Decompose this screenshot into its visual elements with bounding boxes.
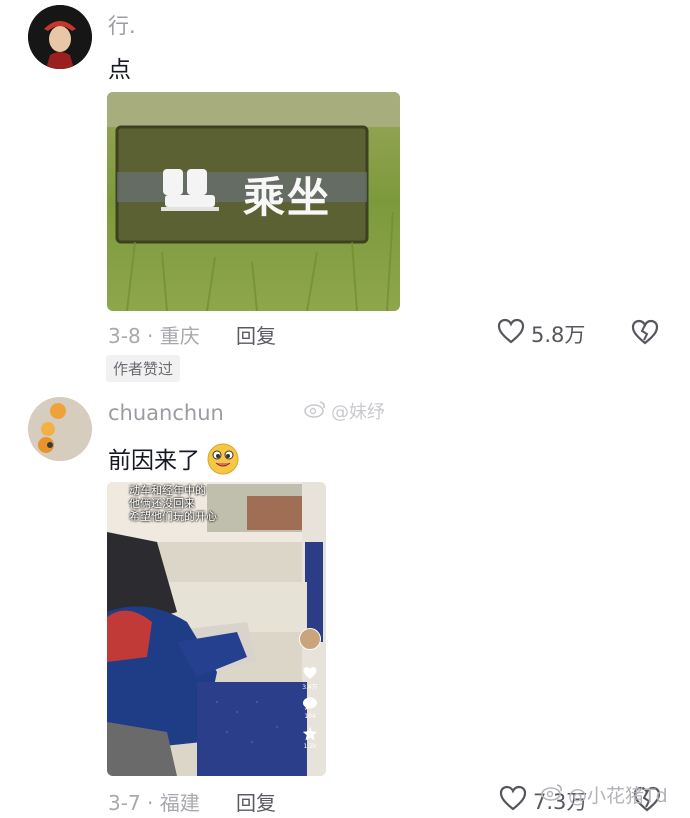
comment-bubble-icon[interactable] [298, 697, 322, 713]
video-caption: 动车和经年中的 他俩还没回来 希望他们玩的开心 [129, 484, 217, 523]
reply-button[interactable]: 回复 [236, 787, 276, 816]
video-thumbnail[interactable]: 动车和经年中的 他俩还没回来 希望他们玩的开心 3.4万 104 1.2k [107, 482, 326, 776]
weibo-icon [540, 782, 564, 807]
like-button[interactable]: 5.8万 [497, 318, 585, 349]
video-caption-line-2: 他俩还没回来 [129, 497, 195, 510]
date-location: 3-8 · 重庆 [108, 324, 200, 348]
username[interactable]: 行. [108, 10, 136, 40]
like-count: 5.8万 [531, 322, 586, 347]
watermark-bottom-text: @小花猪Td [568, 785, 668, 807]
author-liked-badge: 作者赞过 [106, 355, 181, 382]
comment-text-body: 前因来了 [108, 448, 200, 474]
creator-avatar[interactable] [299, 628, 321, 650]
heart-icon [499, 785, 527, 816]
video-caption-line-1: 动车和经年中的 [129, 484, 206, 497]
date-location: 3-7 · 福建 [108, 791, 200, 815]
heart-icon[interactable] [298, 666, 322, 682]
weibo-icon [303, 399, 327, 424]
broken-heart-icon [631, 319, 659, 349]
video-like-count: 3.4万 [302, 684, 318, 691]
watermark-bottom: @小花猪Td [540, 781, 668, 808]
watermark-top: @妹纾 [303, 398, 385, 424]
video-sidebar: 3.4万 104 1.2k [298, 628, 322, 750]
comment-text: 点 [108, 57, 131, 83]
seat-icon [159, 165, 221, 215]
reply-button[interactable]: 回复 [236, 320, 276, 349]
avatar[interactable] [28, 5, 92, 69]
watermark-top-text: @妹纾 [331, 402, 385, 423]
comment-image[interactable]: 乘坐 [107, 92, 400, 311]
video-favorite-count: 1.2k [303, 743, 317, 750]
drooling-face-icon [207, 443, 239, 481]
avatar[interactable] [28, 397, 92, 461]
video-comment-count: 104 [304, 713, 316, 720]
star-icon[interactable] [298, 726, 322, 743]
comment-text: 前因来了 [108, 441, 239, 481]
video-caption-line-3: 希望他们玩的开心 [129, 510, 217, 523]
dislike-button[interactable] [631, 319, 659, 349]
heart-icon [497, 318, 525, 349]
image-label: 乘坐 [243, 173, 332, 222]
username[interactable]: chuanchun [108, 401, 224, 425]
